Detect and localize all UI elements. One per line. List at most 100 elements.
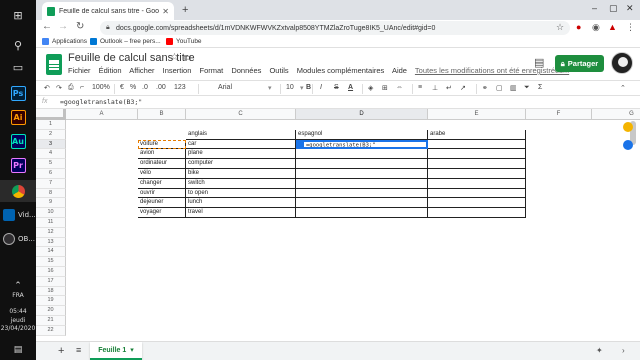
cell-arabic-empty[interactable] xyxy=(428,198,526,209)
cell-english-word[interactable]: bike xyxy=(186,169,296,179)
back-icon[interactable]: ← xyxy=(42,21,52,32)
cell-arabic-empty[interactable] xyxy=(428,178,526,189)
cell-arabic-empty[interactable] xyxy=(428,149,526,160)
column-header-g[interactable]: G xyxy=(592,109,640,120)
row-header[interactable]: 7 xyxy=(36,178,66,189)
link-icon[interactable]: ⚭ xyxy=(482,84,488,92)
function-icon[interactable]: Σ xyxy=(538,84,542,91)
bookmark-star-icon[interactable]: ☆ xyxy=(556,22,564,33)
menu-format[interactable]: Format xyxy=(199,66,223,75)
keep-icon[interactable] xyxy=(623,122,633,132)
menu-aide[interactable]: Aide xyxy=(392,66,407,75)
all-sheets-icon[interactable]: ≡ xyxy=(76,345,81,355)
row-header[interactable]: 1 xyxy=(36,120,66,130)
valign-icon[interactable]: ⊥ xyxy=(432,84,438,92)
redo-icon[interactable]: ↷ xyxy=(56,84,62,92)
cell-arabic-empty[interactable] xyxy=(428,159,526,169)
cell-french-word[interactable]: vélo xyxy=(138,169,186,179)
clock-time[interactable]: 05:44 xyxy=(0,308,36,316)
add-sheet-icon[interactable]: + xyxy=(58,345,64,357)
explore-icon[interactable]: ✦ xyxy=(596,346,603,355)
row-header[interactable]: 16 xyxy=(36,267,66,277)
header-cell-espagnol[interactable]: espagnol xyxy=(296,129,428,140)
cell-english-word[interactable]: plane xyxy=(186,149,296,160)
undo-icon[interactable]: ↶ xyxy=(44,84,50,92)
row-header[interactable]: 9 xyxy=(36,198,66,209)
header-cell-anglais[interactable]: anglais xyxy=(186,129,296,140)
rotate-icon[interactable]: ↗ xyxy=(460,84,466,92)
sheet-tab[interactable]: Feuille 1 ▾ xyxy=(90,342,142,360)
row-header[interactable]: 6 xyxy=(36,169,66,179)
menu-edition[interactable]: Édition xyxy=(99,66,122,75)
column-header-d[interactable]: D xyxy=(296,109,428,120)
row-header[interactable]: 12 xyxy=(36,227,66,238)
menu-outils[interactable]: Outils xyxy=(269,66,288,75)
row-header[interactable]: 11 xyxy=(36,218,66,228)
extension-2-icon[interactable]: ▲ xyxy=(608,22,617,32)
row-header[interactable]: 21 xyxy=(36,316,66,326)
cell-spanish-empty[interactable] xyxy=(296,208,428,218)
formula-input[interactable]: =googletranslate(B3;" xyxy=(60,98,142,106)
row-header[interactable]: 13 xyxy=(36,237,66,248)
borders-icon[interactable]: ⊞ xyxy=(382,84,388,92)
cell-spanish-empty[interactable] xyxy=(296,188,428,199)
cell-french-word[interactable]: voyager xyxy=(138,208,186,218)
menu-fichier[interactable]: Fichier xyxy=(68,66,91,75)
fill-color-icon[interactable]: ◈ xyxy=(368,84,373,92)
menu-insertion[interactable]: Insertion xyxy=(163,66,192,75)
spreadsheet-grid[interactable]: A B C D E F G 1 2 3 4 5 6 7 8 9 10 11 12 13 14 15 16 17 18 19 20 21… xyxy=(36,109,640,341)
chevron-down-icon[interactable]: ▾ xyxy=(268,84,272,92)
new-tab-icon[interactable]: + xyxy=(182,4,188,16)
notification-icon[interactable]: ▤ xyxy=(0,338,36,360)
cell-french-word[interactable]: changer xyxy=(138,178,186,189)
chrome-menu-icon[interactable]: ⋮ xyxy=(626,22,635,33)
close-window-icon[interactable]: ✕ xyxy=(626,3,634,14)
taskbar-video[interactable]: Vid... xyxy=(0,204,36,226)
column-header-c[interactable]: C xyxy=(186,109,296,120)
wrap-icon[interactable]: ↵ xyxy=(446,84,452,92)
taskbar-chrome[interactable] xyxy=(0,180,36,202)
row-header[interactable]: 17 xyxy=(36,276,66,287)
task-view-icon[interactable]: ▭ xyxy=(0,56,36,78)
column-header-f[interactable]: F xyxy=(526,109,592,120)
row-header[interactable]: 15 xyxy=(36,257,66,267)
increase-decimal-button[interactable]: .00 xyxy=(156,84,166,91)
cell-french-word[interactable]: ouvrir xyxy=(138,188,186,199)
folder-icon[interactable]: ▭ xyxy=(183,52,192,63)
cell-french-word[interactable]: ordinateur xyxy=(138,159,186,169)
header-cell-arabe[interactable]: arabe xyxy=(428,129,526,140)
menu-modules[interactable]: Modules complémentaires xyxy=(297,66,385,75)
bookmark-outlook[interactable]: Outlook – free pers... xyxy=(90,38,161,45)
merge-icon[interactable]: ⇔ xyxy=(396,84,403,91)
cell-spanish-empty[interactable] xyxy=(296,198,428,209)
italic-button[interactable]: I xyxy=(320,84,322,91)
cell-spanish-empty[interactable] xyxy=(296,169,428,179)
cell-french-word[interactable]: dejeuner xyxy=(138,198,186,209)
search-icon[interactable]: ⚲ xyxy=(0,34,36,56)
row-header[interactable]: 2 xyxy=(36,129,66,140)
forward-icon[interactable]: → xyxy=(58,21,68,32)
cell-english-word[interactable]: lunch xyxy=(186,198,296,209)
row-header[interactable]: 22 xyxy=(36,325,66,336)
side-panel-toggle-icon[interactable]: › xyxy=(622,346,625,355)
row-header[interactable]: 18 xyxy=(36,286,66,297)
audition-icon[interactable]: Au xyxy=(0,130,36,152)
cell-english-word[interactable]: travel xyxy=(186,208,296,218)
extension-icon[interactable]: ● xyxy=(576,22,581,32)
cell-arabic-empty[interactable] xyxy=(428,169,526,179)
premiere-icon[interactable]: Pr xyxy=(0,154,36,176)
menu-donnees[interactable]: Données xyxy=(231,66,261,75)
tasks-icon[interactable] xyxy=(623,140,633,150)
decrease-decimal-button[interactable]: .0 xyxy=(142,84,148,91)
minimize-icon[interactable]: – xyxy=(592,3,597,13)
zoom-select[interactable]: 100% xyxy=(92,84,110,91)
row-header[interactable]: 10 xyxy=(36,208,66,218)
column-header-a[interactable]: A xyxy=(66,109,138,120)
reload-icon[interactable]: ↻ xyxy=(76,21,84,32)
bookmark-applications[interactable]: Applications xyxy=(42,38,87,45)
filter-icon[interactable]: ⏷ xyxy=(524,84,530,92)
cell-arabic-empty[interactable] xyxy=(428,139,526,150)
cell-english-word[interactable]: car xyxy=(186,139,296,150)
save-status[interactable]: Toutes les modifications ont été enregis… xyxy=(415,66,569,75)
column-header-b[interactable]: B xyxy=(138,109,186,120)
